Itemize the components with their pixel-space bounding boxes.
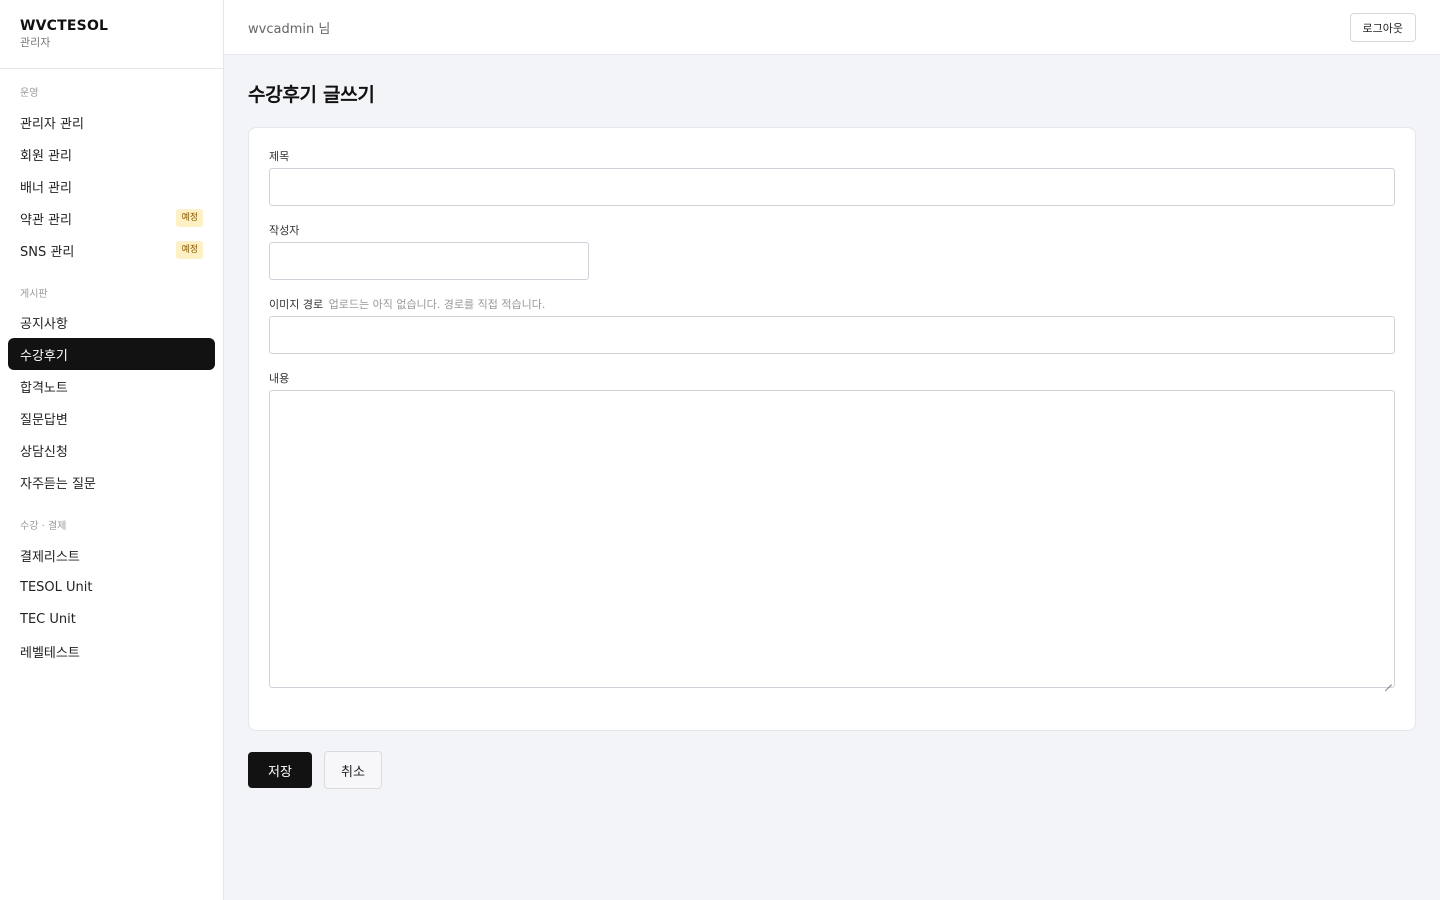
- sidebar-item-consultation[interactable]: 상담신청: [8, 434, 215, 466]
- write-form-card: 제목 작성자 이미지 경로 업로드는 아직 없습니다. 경로를 직접 적습니다.…: [248, 127, 1416, 731]
- sidebar-item-label: 관리자 관리: [20, 116, 84, 132]
- save-button[interactable]: 저장: [248, 752, 312, 788]
- sidebar-section-label: 수강 · 결제: [20, 521, 67, 532]
- brand-subtitle: 관리자: [20, 36, 51, 49]
- sidebar-item-label: 배너 관리: [20, 180, 72, 196]
- sidebar-item-label: 약관 관리: [20, 212, 72, 228]
- sidebar-item-qna[interactable]: 질문답변: [8, 402, 215, 434]
- title-label: 제목: [269, 150, 290, 163]
- resize-handle[interactable]: [1384, 677, 1392, 685]
- sidebar-item-label: TEC Unit: [20, 611, 76, 627]
- author-input[interactable]: [269, 242, 589, 280]
- cancel-button[interactable]: 취소: [324, 751, 382, 789]
- content-label: 내용: [269, 372, 290, 385]
- sidebar-item-terms-management[interactable]: 약관 관리 예정: [8, 202, 215, 234]
- sidebar-item-reviews[interactable]: 수강후기: [8, 338, 215, 370]
- author-label: 작성자: [269, 224, 300, 237]
- sidebar-section-label: 게시판: [20, 289, 48, 300]
- planned-badge: 예정: [176, 209, 203, 227]
- brand-title: WVCTESOL: [20, 18, 109, 34]
- image-path-hint: 업로드는 아직 없습니다. 경로를 직접 적습니다.: [328, 298, 546, 311]
- sidebar-item-label: 질문답변: [20, 412, 68, 428]
- topbar: wvcadmin 님 로그아웃: [224, 0, 1440, 55]
- sidebar-item-pass-notes[interactable]: 합격노트: [8, 370, 215, 402]
- sidebar-item-label: 수강후기: [20, 348, 68, 364]
- sidebar-item-sns-management[interactable]: SNS 관리 예정: [8, 234, 215, 266]
- brand: WVCTESOL 관리자: [0, 0, 223, 69]
- title-input[interactable]: [269, 168, 1395, 206]
- sidebar-item-label: TESOL Unit: [20, 579, 93, 595]
- sidebar-item-tec-unit[interactable]: TEC Unit: [8, 603, 215, 635]
- sidebar-item-member-management[interactable]: 회원 관리: [8, 138, 215, 170]
- current-user: wvcadmin 님: [248, 22, 331, 37]
- image-path-label: 이미지 경로: [269, 298, 324, 311]
- sidebar-item-label: 합격노트: [20, 380, 68, 396]
- sidebar-item-label: 상담신청: [20, 444, 68, 460]
- page-title: 수강후기 글쓰기: [248, 84, 375, 106]
- sidebar-item-faq[interactable]: 자주듣는 질문: [8, 466, 215, 498]
- sidebar-item-tesol-unit[interactable]: TESOL Unit: [8, 571, 215, 603]
- sidebar-item-notices[interactable]: 공지사항: [8, 306, 215, 338]
- sidebar-item-label: 공지사항: [20, 316, 68, 332]
- logout-button[interactable]: 로그아웃: [1349, 13, 1416, 42]
- sidebar-section-label: 운영: [20, 88, 39, 99]
- sidebar-item-label: 결제리스트: [20, 549, 80, 565]
- content-textarea[interactable]: [269, 390, 1395, 688]
- sidebar-item-admin-management[interactable]: 관리자 관리: [8, 106, 215, 138]
- planned-badge: 예정: [176, 241, 203, 259]
- sidebar-item-level-test[interactable]: 레벨테스트: [8, 635, 215, 667]
- sidebar-item-label: 자주듣는 질문: [20, 476, 96, 492]
- image-path-input[interactable]: [269, 316, 1395, 354]
- sidebar-item-label: 레벨테스트: [20, 645, 80, 661]
- sidebar-item-label: SNS 관리: [20, 244, 75, 260]
- image-path-label-row: 이미지 경로 업로드는 아직 없습니다. 경로를 직접 적습니다.: [269, 296, 545, 312]
- sidebar-item-banner-management[interactable]: 배너 관리: [8, 170, 215, 202]
- sidebar-item-label: 회원 관리: [20, 148, 72, 164]
- sidebar: WVCTESOL 관리자 운영 관리자 관리 회원 관리 배너 관리 약관 관리…: [0, 0, 224, 900]
- sidebar-item-payments[interactable]: 결제리스트: [8, 539, 215, 571]
